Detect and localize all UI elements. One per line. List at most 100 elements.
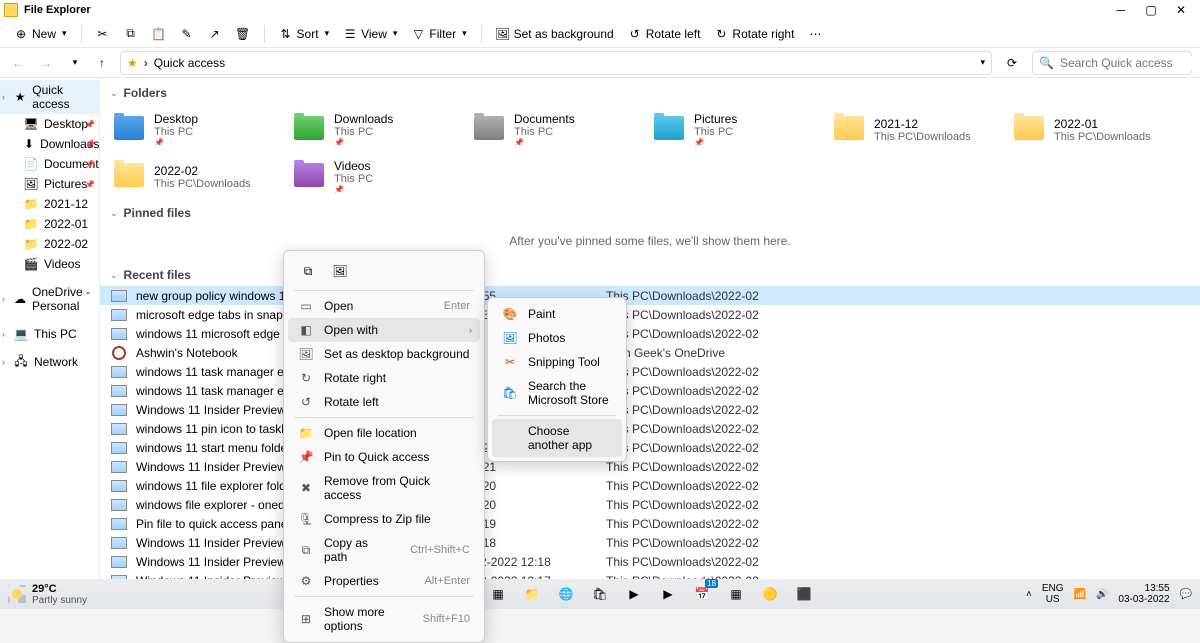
- share-button[interactable]: ↗: [202, 24, 228, 44]
- openwith-choose[interactable]: Choose another app: [492, 419, 622, 457]
- file-row[interactable]: microsoft edge tabs in snap assist2 13:5…: [100, 305, 1200, 324]
- file-row[interactable]: windows 11 file explorer folder preview2…: [100, 476, 1200, 495]
- new-button[interactable]: ⊕New▾: [8, 24, 73, 44]
- minimize-button[interactable]: ─: [1106, 0, 1136, 20]
- ctx-open-location[interactable]: 📁Open file location: [288, 421, 480, 445]
- file-row[interactable]: windows 11 pin icon to taskbarThis PC\Do…: [100, 419, 1200, 438]
- sidebar-item-downloads[interactable]: ⬇Downloads📌: [0, 134, 99, 154]
- ctx-remove-quick-access[interactable]: ✖Remove from Quick access: [288, 469, 480, 507]
- sidebar-item-quick-access[interactable]: ›★Quick access: [0, 80, 99, 114]
- ctx-rotate-left[interactable]: ↺Rotate left: [288, 390, 480, 414]
- rename-button[interactable]: ✎: [174, 24, 200, 44]
- file-row[interactable]: Windows 11 Insider Preview Build 22557 -…: [100, 533, 1200, 552]
- caret-icon[interactable]: ▾: [980, 57, 985, 68]
- chrome-taskbar[interactable]: 🟡: [756, 581, 784, 607]
- more-button[interactable]: ⋯: [802, 24, 828, 44]
- folder-card-pictures[interactable]: PicturesThis PC📌: [650, 108, 810, 151]
- file-row[interactable]: Windows 11 Insider Preview Build 225572 …: [100, 457, 1200, 476]
- recent-section-header[interactable]: ⌄ Recent files: [100, 264, 1200, 286]
- folder-card-desktop[interactable]: DesktopThis PC📌: [110, 108, 270, 151]
- ctx-rotate-right[interactable]: ↻Rotate right: [288, 366, 480, 390]
- folder-card-2022-01[interactable]: 2022-01This PC\Downloads: [1010, 108, 1170, 151]
- store-taskbar[interactable]: 🛍: [586, 581, 614, 607]
- sidebar-item-onedrive-personal[interactable]: ›☁OneDrive - Personal: [0, 282, 99, 316]
- sidebar-item-2022-01[interactable]: 📁2022-01: [0, 214, 99, 234]
- file-row[interactable]: windows 11 microsoft edge tabs snapThis …: [100, 324, 1200, 343]
- maximize-button[interactable]: ▢: [1136, 0, 1166, 20]
- address-bar[interactable]: ★ › Quick access ▾: [120, 51, 992, 75]
- sidebar-item-network[interactable]: ›🖧Network: [0, 352, 99, 372]
- folder-card-2021-12[interactable]: 2021-12This PC\Downloads: [830, 108, 990, 151]
- ctx-set-desktop-bg[interactable]: 🖼Set as desktop background: [288, 342, 480, 366]
- sort-button[interactable]: ⇅Sort▾: [273, 24, 336, 44]
- app-taskbar-3[interactable]: 📅18: [688, 581, 716, 607]
- recent-locations-button[interactable]: ▾: [64, 53, 84, 73]
- tray-chevron[interactable]: ˄: [1026, 589, 1032, 600]
- file-row[interactable]: windows 11 start menu folders2 12:21This…: [100, 438, 1200, 457]
- ctx-open[interactable]: ▭OpenEnter: [288, 294, 480, 318]
- notifications-button[interactable]: 💬: [1180, 589, 1192, 600]
- view-button[interactable]: ☰View▾: [337, 24, 403, 44]
- ctx-share-button[interactable]: 🖼: [328, 259, 352, 283]
- sidebar-item-2021-12[interactable]: 📁2021-12: [0, 194, 99, 214]
- ctx-copy-path[interactable]: ⧉Copy as pathCtrl+Shift+C: [288, 531, 480, 569]
- folder-card-downloads[interactable]: DownloadsThis PC📌: [290, 108, 450, 151]
- app-taskbar-4[interactable]: ▦: [722, 581, 750, 607]
- back-button[interactable]: ←: [8, 53, 28, 73]
- folder-card-videos[interactable]: VideosThis PC📌: [290, 155, 450, 198]
- ctx-pin-quick-access[interactable]: 📌Pin to Quick access: [288, 445, 480, 469]
- openwith-snipping[interactable]: ✂Snipping Tool: [492, 350, 622, 374]
- folders-section-header[interactable]: ⌄ Folders: [100, 82, 1200, 104]
- refresh-button[interactable]: ⟳: [1000, 51, 1024, 75]
- ctx-compress-zip[interactable]: 🗜Compress to Zip file: [288, 507, 480, 531]
- edge-taskbar[interactable]: 🌐: [552, 581, 580, 607]
- forward-button[interactable]: →: [36, 53, 56, 73]
- rotate-left-button[interactable]: ↺Rotate left: [622, 24, 707, 44]
- sidebar-item-videos[interactable]: 🎬Videos: [0, 254, 99, 274]
- cut-button[interactable]: ✂: [90, 24, 116, 44]
- app-taskbar-2[interactable]: ▶: [654, 581, 682, 607]
- file-row[interactable]: Windows 11 Insider Preview Build 22557Th…: [100, 400, 1200, 419]
- app-taskbar-1[interactable]: ▶: [620, 581, 648, 607]
- wifi-icon[interactable]: 📶: [1073, 589, 1085, 600]
- ctx-open-with[interactable]: ◧Open with›: [288, 318, 480, 342]
- folder-card-2022-02[interactable]: 2022-02This PC\Downloads: [110, 155, 270, 198]
- ctx-show-more[interactable]: ⊞Show more optionsShift+F10: [288, 600, 480, 638]
- file-row[interactable]: new group policy windows 11 update notif…: [100, 286, 1200, 305]
- rotate-right-button[interactable]: ↻Rotate right: [708, 24, 800, 44]
- file-row[interactable]: Pin file to quick access panel2 12:19Thi…: [100, 514, 1200, 533]
- folder-card-documents[interactable]: DocumentsThis PC📌: [470, 108, 630, 151]
- widgets-button[interactable]: ▦: [484, 581, 512, 607]
- openwith-photos[interactable]: 🖼Photos: [492, 326, 622, 350]
- set-bg-button[interactable]: 🖼Set as background: [490, 24, 620, 44]
- file-row[interactable]: windows file explorer - onedrive storage…: [100, 495, 1200, 514]
- weather-widget[interactable]: 29°C Partly sunny: [8, 583, 87, 606]
- openwith-paint[interactable]: 🎨Paint: [492, 302, 622, 326]
- sidebar-item-2022-02[interactable]: 📁2022-02: [0, 234, 99, 254]
- volume-icon[interactable]: 🔊: [1096, 589, 1108, 600]
- ctx-copy-button[interactable]: ⧉: [296, 259, 320, 283]
- close-button[interactable]: ✕: [1166, 0, 1196, 20]
- app-taskbar-5[interactable]: ⬛: [790, 581, 818, 607]
- file-explorer-taskbar[interactable]: 📁: [518, 581, 546, 607]
- pinned-section-header[interactable]: ⌄ Pinned files: [100, 202, 1200, 224]
- search-input[interactable]: [1060, 56, 1200, 70]
- file-row[interactable]: windows 11 task manager efficiency modeT…: [100, 381, 1200, 400]
- copy-button[interactable]: ⧉: [118, 24, 144, 44]
- filter-button[interactable]: ▽Filter▾: [405, 24, 472, 44]
- up-button[interactable]: ↑: [92, 53, 112, 73]
- openwith-store[interactable]: 🛍Search the Microsoft Store: [492, 374, 622, 412]
- sidebar-item-this-pc[interactable]: ›💻This PC: [0, 324, 99, 344]
- file-row[interactable]: windows 11 task manager efficiency modeT…: [100, 362, 1200, 381]
- sidebar-item-pictures[interactable]: 🖼Pictures📌: [0, 174, 99, 194]
- file-row[interactable]: Ashwin's Notebookhwin Geek's OneDrive: [100, 343, 1200, 362]
- clock[interactable]: 13:55 03-03-2022: [1118, 583, 1169, 605]
- sidebar-item-desktop[interactable]: 🖥Desktop📌: [0, 114, 99, 134]
- file-row[interactable]: Windows 11 Insider Preview Build 22557 -…: [100, 552, 1200, 571]
- ctx-properties[interactable]: ⚙PropertiesAlt+Enter: [288, 569, 480, 593]
- search-box[interactable]: 🔍: [1032, 51, 1192, 75]
- delete-button[interactable]: 🗑: [230, 24, 256, 44]
- sidebar-item-documents[interactable]: 📄Documents📌: [0, 154, 99, 174]
- paste-button[interactable]: 📋: [146, 24, 172, 44]
- language-indicator[interactable]: ENG US: [1042, 583, 1064, 605]
